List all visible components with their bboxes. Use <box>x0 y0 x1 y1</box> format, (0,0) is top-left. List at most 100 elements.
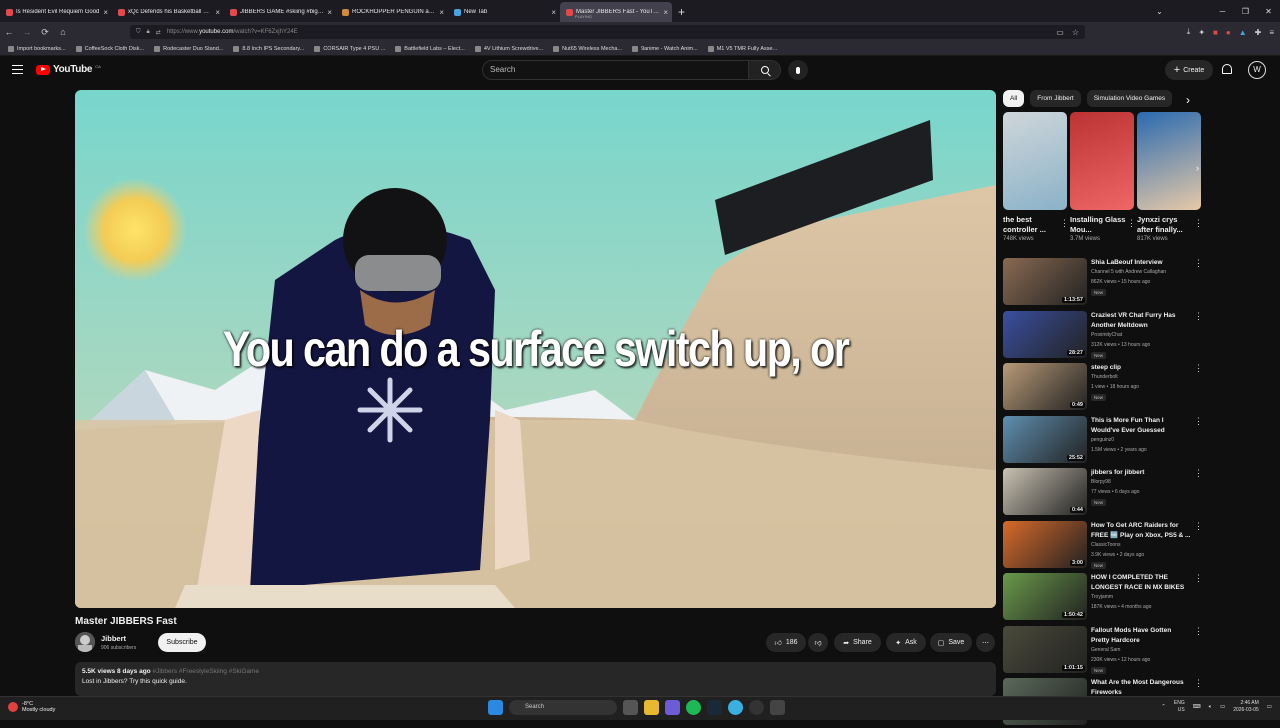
shelf-card[interactable]: Jynxzi crys after finally... 817K views ⋮ <box>1137 112 1203 242</box>
channel-avatar[interactable] <box>75 632 95 652</box>
recommendation-item[interactable]: 1:13:57 Shia LaBeouf Interview Channel 5 w… <box>1003 258 1203 308</box>
share-button[interactable]: ➦ Share <box>834 633 881 652</box>
bookmark-item[interactable]: CoffeeSock Cloth Disk... <box>75 45 144 52</box>
recommendation-more-icon[interactable]: ⋮ <box>1194 573 1203 584</box>
filter-chip[interactable]: From Jibbert <box>1030 90 1081 107</box>
recommendation-channel[interactable]: General Sam <box>1091 647 1120 653</box>
recommendation-more-icon[interactable]: ⋮ <box>1194 258 1203 269</box>
tray-chevron-icon[interactable]: ⌃ <box>1161 704 1166 710</box>
shelf-more-icon[interactable]: ⋮ <box>1060 218 1069 229</box>
video-player[interactable]: You can do a surface switch up, or <box>75 90 996 608</box>
recommendation-thumbnail[interactable]: 28:27 <box>1003 310 1087 358</box>
recommendation-more-icon[interactable]: ⋮ <box>1194 468 1203 479</box>
discord-icon[interactable] <box>665 700 680 715</box>
recommendation-item[interactable]: 3:00 How To Get ARC Raiders for FREE 🆓 Pl… <box>1003 520 1203 571</box>
browser-icon[interactable] <box>728 700 743 715</box>
description-box[interactable]: 5.5K views 8 days ago #Jibbers #Freestyl… <box>75 662 996 696</box>
recommendation-thumbnail[interactable]: 1:13:57 <box>1003 258 1087 305</box>
recommendation-channel[interactable]: Blorpy98 <box>1091 479 1111 485</box>
reader-view-icon[interactable]: ▭ <box>1056 28 1064 37</box>
browser-tab[interactable]: xQc Defends his Basketball Skil × <box>112 2 224 22</box>
file-explorer-icon[interactable] <box>644 700 659 715</box>
filter-chip[interactable]: All <box>1003 90 1025 107</box>
weather-widget[interactable]: -8°C Mostly cloudy <box>8 701 55 713</box>
recommendation-title[interactable]: Fallout Mods Have Gotten Pretty Hardcore <box>1091 626 1191 646</box>
dislike-button[interactable]: 👎︎ <box>808 633 828 652</box>
recommendation-item[interactable]: 1:50:42 HOW I COMPLETED THE LONGEST RACE … <box>1003 573 1203 623</box>
recommendation-thumbnail[interactable]: 3:00 <box>1003 520 1087 568</box>
create-button[interactable]: + Create <box>1165 60 1213 80</box>
back-button[interactable]: ← <box>0 27 18 37</box>
shield-icon[interactable]: ⛉ <box>136 29 141 36</box>
save-button[interactable]: ▢ Save <box>930 633 972 652</box>
bookmark-item[interactable]: Nut65 Wireless Mecha... <box>553 45 622 52</box>
minimize-button[interactable]: ─ <box>1211 7 1234 16</box>
shelf-thumbnail[interactable] <box>1137 112 1201 210</box>
recommendation-item[interactable]: 0:44 jibbers for jibbert Blorpy98 77 views … <box>1003 468 1203 518</box>
recommendation-thumbnail[interactable]: 25:52 <box>1003 415 1087 463</box>
hamburger-menu-icon[interactable] <box>12 65 23 74</box>
browser-tab[interactable]: ROCKHOPPER PENGUIN at Du × <box>336 2 448 22</box>
shelf-card[interactable]: Installing Glass Mou... 3.7M views ⋮ <box>1070 112 1136 242</box>
bookmark-item[interactable]: Import bookmarks... <box>8 45 66 52</box>
bookmark-item[interactable]: Battlefield Labs – Elect... <box>395 45 465 52</box>
volume-icon[interactable]: 🔈︎ <box>1209 704 1212 711</box>
recommendation-channel[interactable]: Thunderbolt <box>1091 374 1118 380</box>
recommendation-channel[interactable]: Troyjamm <box>1091 594 1113 600</box>
task-view-icon[interactable] <box>623 700 638 715</box>
browser-tab[interactable]: Master JIBBERS Fast - YouTube PLAYING × <box>560 2 672 22</box>
voice-search-button[interactable] <box>788 60 808 80</box>
recommendation-item[interactable]: 0:49 steep clip Thunderbolt 1 view • 18 hou… <box>1003 363 1203 413</box>
clock[interactable]: 2:46 AM 2026-03-05 <box>1233 700 1259 714</box>
settings-gear-icon[interactable] <box>770 700 785 715</box>
search-input[interactable]: Search <box>482 60 749 80</box>
home-button[interactable]: ⌂ <box>54 27 72 37</box>
network-icon[interactable]: ⌨ <box>1193 704 1201 710</box>
shelf-next-arrow-icon[interactable]: › <box>1196 163 1199 173</box>
recommendation-thumbnail[interactable]: 0:49 <box>1003 363 1087 410</box>
search-button[interactable] <box>749 60 781 80</box>
recommendation-item[interactable]: 25:52 This is More Fun Than I Would've Ev… <box>1003 415 1203 466</box>
recommendation-title[interactable]: Shia LaBeouf Interview <box>1091 258 1191 268</box>
lock-icon[interactable]: 🔒︎ <box>147 29 150 36</box>
tab-close-icon[interactable]: × <box>215 8 220 17</box>
shelf-title[interactable]: the best controller ... <box>1003 215 1059 235</box>
recommendation-more-icon[interactable]: ⋮ <box>1194 521 1203 532</box>
battery-icon[interactable]: ▭ <box>1220 704 1225 710</box>
extension-yt-icon[interactable]: ● <box>1226 28 1231 37</box>
recommendation-more-icon[interactable]: ⋮ <box>1194 311 1203 322</box>
extension-red-icon[interactable]: ■ <box>1213 28 1218 37</box>
browser-tab[interactable]: New Tab × <box>448 2 560 22</box>
recommendation-channel[interactable]: Channel 5 with Andrew Callaghan <box>1091 269 1166 275</box>
recommendation-thumbnail[interactable]: 1:01:15 <box>1003 625 1087 673</box>
bookmark-item[interactable]: CORSAIR Type 4 PSU ... <box>314 45 385 52</box>
recommendation-channel[interactable]: ClassicToons <box>1091 542 1120 548</box>
recommendation-thumbnail[interactable]: 1:50:42 <box>1003 573 1087 620</box>
extension-blue-icon[interactable]: ▲ <box>1239 28 1247 37</box>
forward-button[interactable]: → <box>18 27 36 37</box>
recommendation-more-icon[interactable]: ⋮ <box>1194 416 1203 427</box>
shelf-title[interactable]: Jynxzi crys after finally... <box>1137 215 1193 235</box>
shelf-more-icon[interactable]: ⋮ <box>1127 218 1136 229</box>
tab-close-icon[interactable]: × <box>327 8 332 17</box>
start-windows-icon[interactable] <box>488 700 503 715</box>
recommendation-title[interactable]: What Are the Most Dangerous Fireworks <box>1091 678 1191 698</box>
bookmark-item[interactable]: M1 V5 TMR Fully Asse... <box>707 45 777 52</box>
recommendation-title[interactable]: Craziest VR Chat Furry Has Another Meltd… <box>1091 311 1191 331</box>
shelf-more-icon[interactable]: ⋮ <box>1194 218 1203 229</box>
recommendation-more-icon[interactable]: ⋮ <box>1194 678 1203 689</box>
recommendation-title[interactable]: jibbers for jibbert <box>1091 468 1191 478</box>
chips-next-chevron-icon[interactable]: › <box>1186 93 1190 107</box>
channel-name[interactable]: Jibbert <box>101 634 126 643</box>
downloads-icon[interactable]: ⤓ <box>1187 27 1191 37</box>
shelf-thumbnail[interactable] <box>1003 112 1067 210</box>
taskbar-search[interactable]: Search <box>509 700 617 715</box>
language-indicator[interactable]: ENG US <box>1174 700 1185 714</box>
shelf-thumbnail[interactable] <box>1070 112 1134 210</box>
recommendation-title[interactable]: This is More Fun Than I Would've Ever Gu… <box>1091 416 1191 436</box>
new-tab-button[interactable]: + <box>672 2 691 22</box>
permissions-icon[interactable]: ⇄ <box>156 29 161 36</box>
shelf-title[interactable]: Installing Glass Mou... <box>1070 215 1126 235</box>
menu-icon[interactable]: ≡ <box>1269 28 1274 37</box>
spotify-icon[interactable] <box>686 700 701 715</box>
